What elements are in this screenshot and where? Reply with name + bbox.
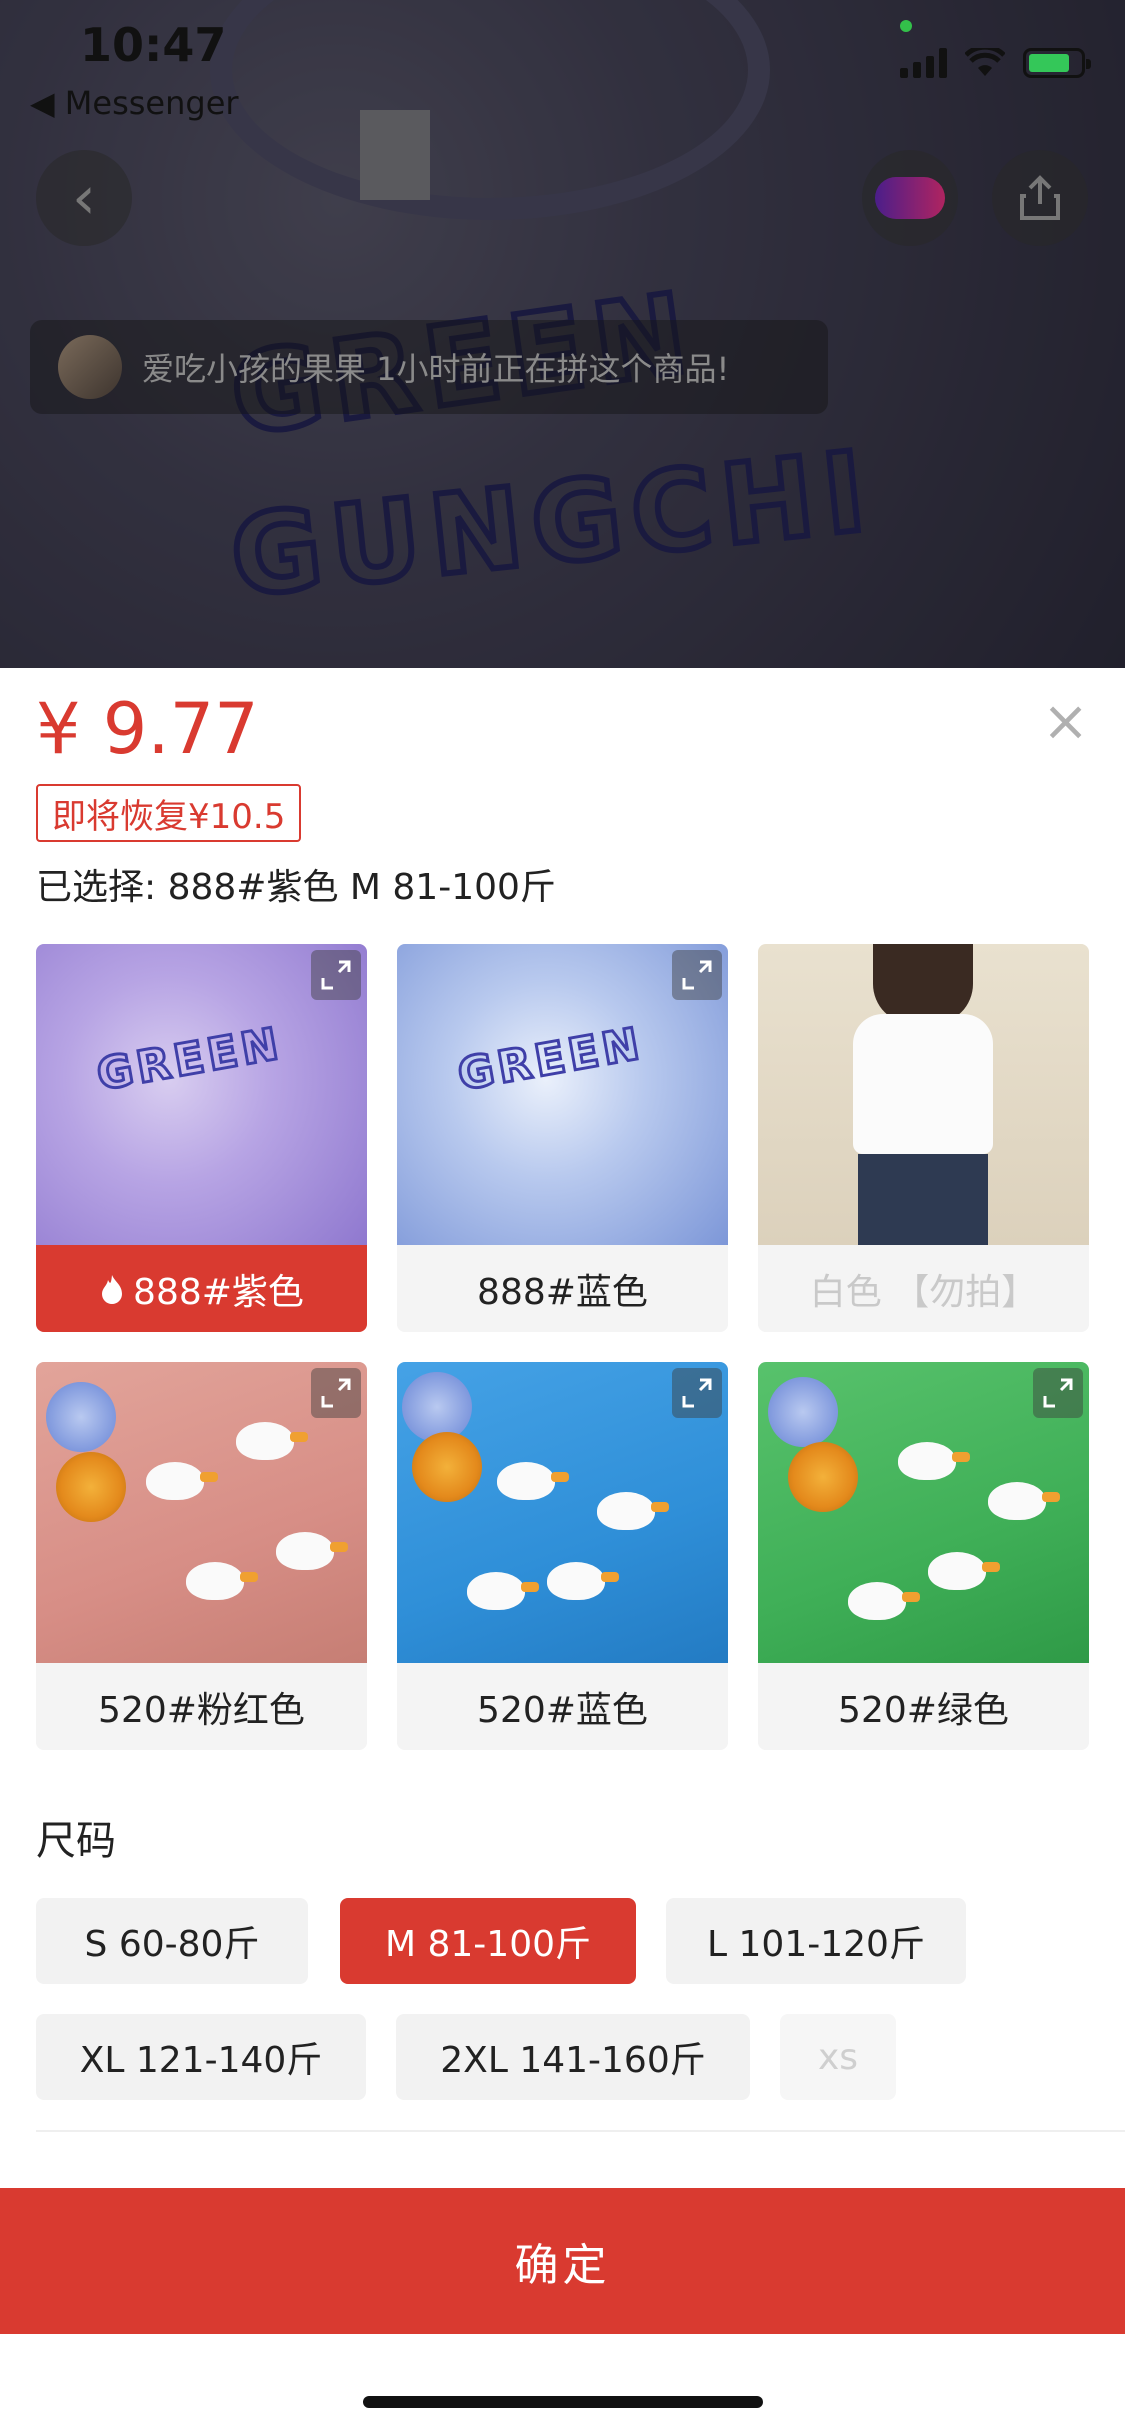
variant-520-blue[interactable]: 520#蓝色 — [397, 1362, 728, 1750]
store-button[interactable] — [862, 150, 958, 246]
expand-icon[interactable] — [1033, 1368, 1083, 1418]
camera-indicator-dot — [900, 20, 912, 32]
back-button[interactable]: ‹ — [36, 150, 132, 246]
variant-label: 520#绿色 — [758, 1663, 1089, 1750]
wifi-icon — [964, 44, 1006, 78]
status-time: 10:47 — [80, 18, 227, 72]
size-option-xs[interactable]: xs — [780, 2014, 896, 2100]
share-icon — [1020, 175, 1060, 220]
price-restore-tag: 即将恢复¥10.5 — [36, 784, 302, 842]
avatar — [58, 335, 122, 399]
selected-summary: 已选择: 888#紫色 M 81-100斤 — [36, 867, 556, 908]
expand-icon[interactable] — [311, 1368, 361, 1418]
close-icon[interactable]: × — [1042, 694, 1089, 750]
fire-icon — [102, 1274, 123, 1304]
signal-icon — [900, 48, 947, 78]
variant-label: 520#粉红色 — [36, 1663, 367, 1750]
variant-label: 888#蓝色 — [397, 1245, 728, 1332]
size-option-m[interactable]: M 81-100斤 — [340, 1898, 636, 1984]
expand-icon[interactable] — [311, 950, 361, 1000]
group-buy-banner: 爱吃小孩的果果 1小时前正在拼这个商品! — [30, 320, 828, 414]
status-icons — [900, 44, 1091, 78]
variant-520-pink[interactable]: 520#粉红色 — [36, 1362, 367, 1750]
variant-label: 白色 【勿拍】 — [758, 1245, 1089, 1332]
expand-icon[interactable] — [672, 1368, 722, 1418]
expand-icon[interactable] — [672, 950, 722, 1000]
size-section-title: 尺码 — [36, 1818, 116, 1864]
variant-label: 888#紫色 — [36, 1245, 367, 1332]
store-logo-icon — [875, 177, 945, 219]
back-to-app-link[interactable]: ◀ Messenger — [30, 84, 239, 122]
size-option-l[interactable]: L 101-120斤 — [666, 1898, 966, 1984]
sku-selector-sheet: × ¥ 9.77 即将恢复¥10.5 已选择: 888#紫色 M 81-100斤… — [0, 668, 1125, 2436]
variant-label-text: 888#紫色 — [133, 1271, 304, 1313]
price: ¥ 9.77 — [36, 688, 259, 770]
variant-888-blue[interactable]: GREEN 888#蓝色 — [397, 944, 728, 1332]
variant-label: 520#蓝色 — [397, 1663, 728, 1750]
size-option-xl[interactable]: XL 121-140斤 — [36, 2014, 366, 2100]
variant-white[interactable]: 白色 【勿拍】 — [758, 944, 1089, 1332]
variant-888-purple[interactable]: GREEN 888#紫色 — [36, 944, 367, 1332]
variant-520-green[interactable]: 520#绿色 — [758, 1362, 1089, 1750]
size-option-s[interactable]: S 60-80斤 — [36, 1898, 308, 1984]
variant-thumbnail — [758, 944, 1089, 1245]
confirm-button[interactable]: 确定 — [0, 2188, 1125, 2334]
group-buy-text: 爱吃小孩的果果 1小时前正在拼这个商品! — [142, 350, 730, 388]
home-indicator — [363, 2396, 763, 2408]
divider — [36, 2130, 1125, 2132]
chevron-left-icon: ‹ — [72, 163, 96, 233]
battery-icon — [1023, 48, 1091, 78]
share-button[interactable] — [992, 150, 1088, 246]
size-option-2xl[interactable]: 2XL 141-160斤 — [396, 2014, 750, 2100]
